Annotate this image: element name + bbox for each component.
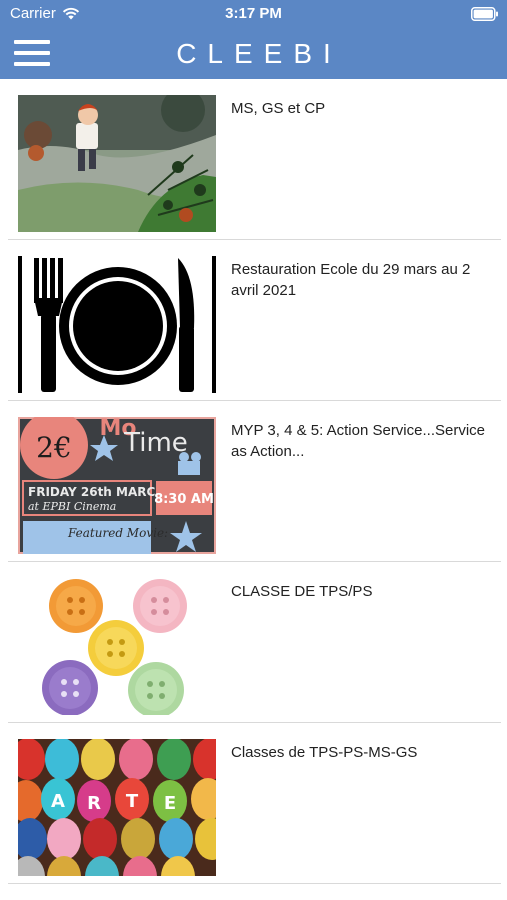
fork-plate-knife-icon [18,256,216,393]
list-item[interactable]: 2€ Mo Time FRIDAY 26th MARCH at EPBI Cin… [0,401,507,562]
article-title: MYP 3, 4 & 5: Action Service...Service a… [231,422,486,460]
article-thumbnail [18,578,216,715]
article-title: CLASSE DE TPS/PS [231,583,373,600]
list-item[interactable]: A R T E Classes de TPS-PS-MS-GS [0,723,507,884]
article-thumbnail: A R T E [18,739,216,876]
article-title: Classes de TPS-PS-MS-GS [231,744,418,761]
list-item[interactable]: MS, GS et CP [0,79,507,240]
poster-price: 2€ [36,431,72,464]
egg-letter: T [126,791,139,812]
egg-letter: E [164,793,176,814]
list-item[interactable]: CLASSE DE TPS/PS [0,562,507,723]
app-title: CLEEBI [176,38,342,69]
egg-letter: R [87,793,101,814]
easter-eggs-image: A R T E [18,739,216,876]
article-thumbnail [18,256,216,393]
egg-letter: A [51,791,65,812]
article-thumbnail [18,95,216,232]
movie-time-poster: 2€ Mo Time FRIDAY 26th MARCH at EPBI Cin… [18,417,216,554]
list-item[interactable]: Restauration Ecole du 29 mars au 2 avril… [0,240,507,401]
article-title: Restauration Ecole du 29 mars au 2 avril… [231,261,471,299]
poster-featured: Featured Movie: [67,526,168,540]
poster-time: 8:30 AM [154,492,214,507]
colorful-buttons-image [18,578,216,715]
article-thumbnail: 2€ Mo Time FRIDAY 26th MARCH at EPBI Cin… [18,417,216,554]
poster-line2: Time [123,428,188,458]
status-bar: Carrier 3:17 PM [0,0,507,30]
news-list: MS, GS et CP Restauration Ecole du 29 ma… [0,79,507,884]
forest-child-illustration [18,95,216,232]
poster-date: FRIDAY 26th MARCH [28,485,165,499]
top-bar: Carrier 3:17 PM CLEEBI [0,0,507,79]
poster-venue: at EPBI Cinema [28,500,116,513]
clock: 3:17 PM [225,5,282,22]
article-title: MS, GS et CP [231,100,326,117]
row-divider [8,883,501,884]
battery-icon [471,7,498,21]
